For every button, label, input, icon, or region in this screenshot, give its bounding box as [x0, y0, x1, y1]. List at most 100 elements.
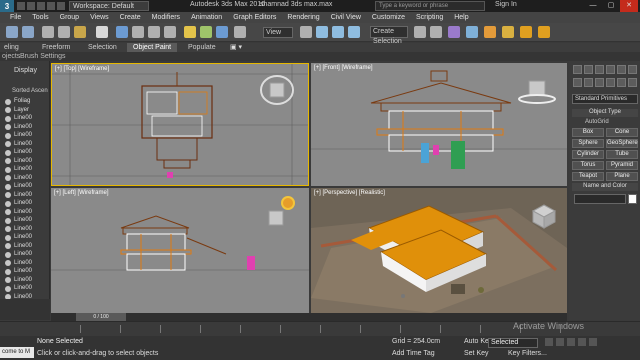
viewport-front[interactable]: [+] [Front] [Wireframe] [311, 63, 567, 186]
viewport-top[interactable]: [+] [Top] [Wireframe] [51, 63, 309, 186]
modify-tab-icon[interactable] [584, 65, 593, 74]
scene-object-item[interactable]: Line00 [14, 158, 32, 165]
primitive-button-tube[interactable]: Tube [606, 150, 638, 159]
visibility-toggle-icon[interactable] [5, 209, 11, 215]
percent-snap-icon[interactable] [348, 26, 360, 38]
visibility-toggle-icon[interactable] [5, 277, 11, 283]
scene-object-item[interactable]: Line00 [14, 217, 32, 224]
bind-space-warp-icon[interactable] [74, 26, 86, 38]
subtab-objects[interactable]: ojects [2, 52, 20, 61]
visibility-toggle-icon[interactable] [5, 166, 11, 173]
unlink-icon[interactable] [58, 26, 70, 38]
tab-selection[interactable]: Selection [88, 43, 117, 52]
hierarchy-tab-icon[interactable] [595, 65, 604, 74]
motion-tab-icon[interactable] [606, 65, 615, 74]
search-input[interactable]: Type a keyword or phrase [375, 1, 485, 11]
select-filter-icon[interactable] [96, 26, 108, 38]
scene-object-item[interactable]: Line00 [14, 115, 32, 122]
primitive-category-dropdown[interactable]: Standard Primitives [572, 94, 638, 104]
scene-object-item[interactable]: Line00 [14, 243, 32, 250]
render-frame-icon[interactable] [538, 26, 550, 38]
scene-object-item[interactable]: Line00 [14, 260, 32, 267]
shapes-icon[interactable] [584, 78, 593, 87]
tab-modeling[interactable]: eling [4, 43, 19, 52]
navcube-perspective-icon[interactable] [529, 202, 559, 230]
menu-tools[interactable]: Tools [32, 14, 48, 21]
visibility-toggle-icon[interactable] [5, 217, 11, 224]
navcube-top-icon[interactable] [257, 70, 297, 110]
visibility-toggle-icon[interactable] [5, 115, 11, 122]
pivot-icon[interactable] [300, 26, 312, 38]
scene-object-item[interactable]: Line00 [14, 285, 32, 292]
object-color-swatch[interactable] [628, 194, 637, 204]
tab-freeform[interactable]: Freeform [42, 43, 70, 52]
window-crossing-icon[interactable] [164, 26, 176, 38]
viewport-left[interactable]: [+] [Left] [Wireframe] [51, 188, 309, 313]
visibility-toggle-icon[interactable] [5, 107, 11, 113]
autogrid-checkbox[interactable]: AutoGrid [585, 119, 609, 125]
scene-object-item[interactable]: Line00 [14, 183, 32, 190]
scene-object-item[interactable]: Line00 [14, 268, 32, 275]
angle-snap-icon[interactable] [332, 26, 344, 38]
next-frame-icon[interactable] [578, 338, 586, 346]
menu-civil-view[interactable]: Civil View [331, 14, 361, 21]
visibility-toggle-icon[interactable] [5, 226, 11, 232]
open-file-icon[interactable] [27, 2, 35, 10]
navcube-left-icon[interactable] [266, 208, 286, 228]
helpers-icon[interactable] [617, 78, 626, 87]
display-tab-icon[interactable] [617, 65, 626, 74]
time-slider[interactable]: 0 / 100 [76, 313, 126, 321]
visibility-toggle-icon[interactable] [5, 149, 11, 156]
sign-in-link[interactable]: Sign In [495, 1, 517, 8]
scene-object-item[interactable]: Line00 [14, 149, 32, 156]
visibility-toggle-icon[interactable] [5, 132, 11, 139]
undo-icon[interactable] [47, 2, 55, 10]
menu-group[interactable]: Group [60, 14, 79, 21]
viewport-top-label[interactable]: [+] [Top] [Wireframe] [55, 66, 109, 72]
menu-file[interactable]: File [10, 14, 21, 21]
scene-object-item[interactable]: Foliag [14, 98, 30, 105]
space-warps-icon[interactable] [628, 78, 637, 87]
menu-modifiers[interactable]: Modifiers [152, 14, 180, 21]
previous-frame-icon[interactable] [556, 338, 564, 346]
scale-icon[interactable] [216, 26, 228, 38]
snap-icon[interactable] [316, 26, 328, 38]
sorted-column-header[interactable]: Sorted Ascen [12, 88, 48, 94]
menu-views[interactable]: Views [90, 14, 109, 21]
undo-icon[interactable] [6, 26, 18, 38]
select-by-name-icon[interactable] [132, 26, 144, 38]
scene-object-item[interactable]: Line00 [14, 166, 32, 173]
display-label[interactable]: Display [14, 67, 37, 74]
region-select-icon[interactable] [148, 26, 160, 38]
material-editor-icon[interactable] [484, 26, 496, 38]
viewport-perspective[interactable]: [+] [Perspective] [Realistic] [311, 188, 567, 313]
set-key-button[interactable]: Set Key [464, 350, 489, 357]
rotate-icon[interactable] [200, 26, 212, 38]
geometry-icon[interactable] [573, 78, 582, 87]
menu-help[interactable]: Help [454, 14, 468, 21]
viewport-perspective-label[interactable]: [+] [Perspective] [Realistic] [314, 190, 385, 196]
visibility-toggle-icon[interactable] [5, 158, 11, 164]
viewport-left-label[interactable]: [+] [Left] [Wireframe] [54, 190, 109, 196]
cameras-icon[interactable] [606, 78, 615, 87]
key-selection-dropdown[interactable]: Selected [488, 338, 538, 348]
maxscript-listener[interactable]: come to M [0, 347, 34, 358]
go-to-start-icon[interactable] [545, 338, 553, 346]
close-button[interactable]: ✕ [620, 0, 638, 12]
menu-animation[interactable]: Animation [191, 14, 222, 21]
visibility-toggle-icon[interactable] [5, 141, 11, 147]
visibility-toggle-icon[interactable] [5, 234, 11, 241]
tab-object-paint[interactable]: Object Paint [127, 43, 178, 52]
scene-object-item[interactable]: Line00 [14, 200, 32, 207]
object-name-input[interactable] [574, 194, 626, 204]
subtab-brush-settings[interactable]: Brush Settings [20, 52, 66, 61]
go-to-end-icon[interactable] [589, 338, 597, 346]
menu-graph-editors[interactable]: Graph Editors [233, 14, 276, 21]
new-file-icon[interactable] [17, 2, 25, 10]
visibility-toggle-icon[interactable] [5, 260, 11, 266]
viewport-front-label[interactable]: [+] [Front] [Wireframe] [314, 65, 373, 71]
primitive-button-box[interactable]: Box [572, 128, 604, 137]
time-slider-bar[interactable]: 0 / 100 [51, 313, 567, 321]
menu-customize[interactable]: Customize [372, 14, 405, 21]
scene-object-item[interactable]: Layer [14, 107, 29, 114]
